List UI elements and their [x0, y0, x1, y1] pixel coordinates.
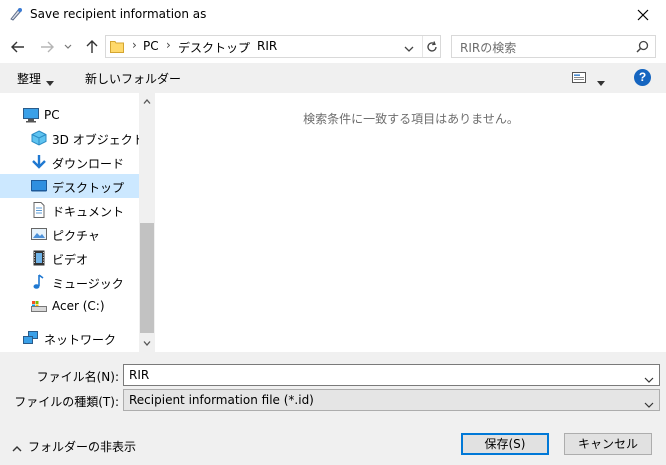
search-input[interactable]: RIRの検索 [451, 35, 656, 58]
new-folder-button[interactable]: 新しいフォルダー [85, 70, 181, 87]
navigation-scrollbar[interactable] [139, 93, 155, 352]
drive-icon [30, 298, 48, 314]
app-icon [8, 6, 24, 22]
nav-item-pictures[interactable]: ピクチャ [0, 222, 139, 246]
filename-dropdown-button[interactable] [644, 372, 654, 386]
videos-icon [30, 250, 48, 266]
save-options-panel: ファイル名(N): RIR ファイルの種類(T): Recipient info… [0, 352, 666, 465]
address-dropdown-button[interactable] [404, 42, 414, 56]
forward-button[interactable] [37, 37, 57, 57]
recent-locations-button[interactable] [62, 37, 74, 57]
3d-objects-icon [30, 130, 48, 146]
pictures-icon [30, 226, 48, 242]
nav-item-label: ドキュメント [52, 205, 125, 219]
filetype-label: ファイルの種類(T): [14, 395, 119, 409]
nav-item-label: 3D オブジェクト [52, 133, 145, 147]
nav-item-music[interactable]: ミュージック [0, 270, 139, 294]
nav-item-documents[interactable]: ドキュメント [0, 198, 139, 222]
search-icon [636, 40, 649, 56]
forward-arrow-icon [41, 41, 54, 53]
breadcrumb-separator: › [132, 38, 137, 52]
network-icon [22, 330, 40, 346]
back-arrow-icon [11, 41, 24, 53]
filetype-dropdown-button[interactable] [644, 397, 654, 411]
save-button[interactable]: 保存(S) [461, 433, 549, 455]
close-icon [637, 9, 649, 21]
help-icon: ? [638, 70, 647, 84]
chevron-down-icon [597, 81, 605, 86]
nav-item-network[interactable]: ネットワーク [0, 326, 139, 350]
nav-item-label: ダウンロード [52, 157, 125, 171]
nav-item-3d-objects[interactable]: 3D オブジェクト [0, 126, 145, 150]
title-bar: Save recipient information as [0, 0, 666, 31]
empty-message: 検索条件に一致する項目はありません。 [303, 112, 519, 126]
chevron-down-icon [143, 341, 151, 346]
cancel-button[interactable]: キャンセル [564, 433, 652, 455]
back-button[interactable] [8, 37, 28, 57]
breadcrumb-separator: › [166, 38, 171, 52]
nav-item-drive-c[interactable]: Acer (C:) [0, 294, 139, 318]
nav-item-videos[interactable]: ビデオ [0, 246, 139, 270]
up-arrow-icon [86, 40, 98, 53]
refresh-button[interactable] [422, 36, 440, 57]
scroll-down-button[interactable] [139, 335, 155, 352]
nav-item-label: Acer (C:) [52, 299, 105, 313]
nav-item-downloads[interactable]: ダウンロード [0, 150, 139, 174]
nav-item-label: ピクチャ [52, 229, 100, 243]
breadcrumb-desktop[interactable]: デスクトップ [178, 39, 250, 56]
breadcrumb-rir[interactable]: RIR [257, 39, 277, 53]
filename-label: ファイル名(N): [36, 370, 119, 384]
hide-folders-label: フォルダーの非表示 [28, 440, 137, 454]
chevron-up-icon [12, 441, 22, 455]
up-button[interactable] [82, 37, 102, 57]
chevron-down-icon [644, 402, 654, 408]
pc-icon [22, 107, 40, 123]
navigation-pane: PC 3D オブジェクト ダウンロード デスクトップ ドキュメント ピクチャ ビ… [0, 93, 155, 352]
navigation-row: › PC › デスクトップ › RIR RIRの検索 [0, 31, 666, 63]
chevron-down-icon [404, 46, 414, 52]
breadcrumb-separator: › [244, 38, 249, 52]
filename-field[interactable]: RIR [123, 364, 660, 386]
organize-menu[interactable]: 整理 [17, 70, 41, 87]
filetype-select[interactable]: Recipient information file (*.id) [123, 389, 660, 411]
hide-folders-toggle[interactable]: フォルダーの非表示 [12, 438, 136, 455]
close-button[interactable] [620, 0, 666, 30]
command-bar: 整理 新しいフォルダー ? [0, 63, 666, 93]
filetype-value: Recipient information file (*.id) [129, 393, 314, 407]
filename-value: RIR [129, 368, 150, 382]
nav-item-label: ビデオ [52, 253, 89, 267]
view-options-button[interactable] [572, 72, 586, 86]
download-icon [30, 154, 48, 170]
refresh-icon [426, 40, 437, 52]
chevron-up-icon [143, 99, 151, 104]
scroll-thumb[interactable] [140, 223, 154, 333]
music-icon [30, 274, 48, 290]
chevron-down-icon [644, 377, 654, 383]
file-list[interactable]: 検索条件に一致する項目はありません。 [156, 93, 666, 352]
window-title: Save recipient information as [30, 7, 207, 21]
address-bar[interactable]: › PC › デスクトップ › RIR [105, 35, 441, 58]
nav-item-label: デスクトップ [52, 181, 125, 195]
breadcrumb-pc[interactable]: PC [143, 39, 159, 53]
help-button[interactable]: ? [634, 69, 651, 86]
chevron-down-icon [64, 44, 72, 49]
view-icon [572, 72, 586, 83]
view-dropdown-button[interactable] [597, 75, 605, 89]
nav-item-pc[interactable]: PC [0, 103, 139, 127]
search-placeholder: RIRの検索 [460, 41, 517, 55]
nav-item-desktop[interactable]: デスクトップ [0, 174, 139, 198]
nav-item-label: PC [44, 108, 60, 122]
documents-icon [30, 202, 48, 218]
desktop-icon [30, 178, 48, 194]
chevron-down-icon [46, 75, 54, 89]
folder-icon [110, 40, 124, 56]
scroll-up-button[interactable] [139, 93, 155, 110]
nav-item-label: ネットワーク [44, 333, 117, 347]
nav-item-label: ミュージック [52, 277, 124, 291]
